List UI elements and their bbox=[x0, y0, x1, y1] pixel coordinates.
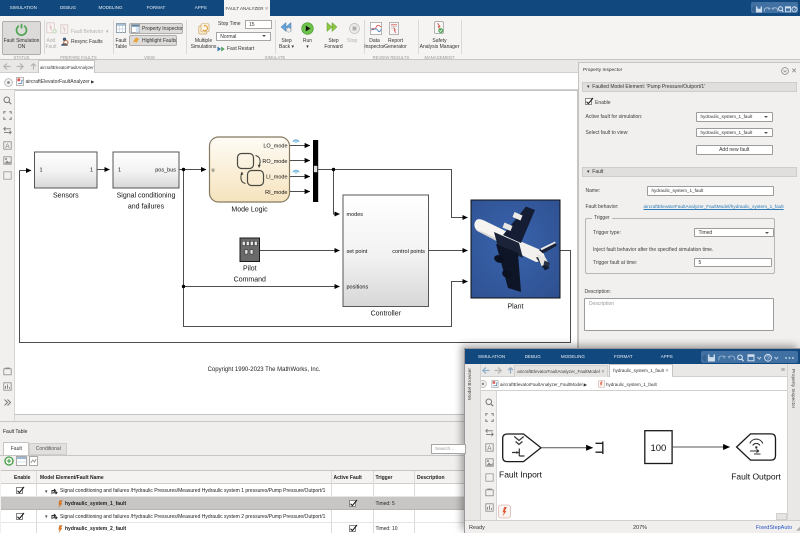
svg-text:u: u bbox=[212, 167, 215, 173]
svg-text:Mode Logic: Mode Logic bbox=[231, 207, 268, 214]
svg-text:modes: modes bbox=[347, 212, 364, 218]
svg-text:Fault Inport: Fault Inport bbox=[499, 470, 543, 480]
svg-text:Plant: Plant bbox=[508, 304, 524, 311]
svg-text:LO_mode: LO_mode bbox=[263, 144, 287, 150]
svg-text:Fault Outport: Fault Outport bbox=[731, 472, 781, 482]
svg-text:RI_mode: RI_mode bbox=[265, 190, 287, 196]
svg-text:Sensors: Sensors bbox=[53, 193, 79, 200]
svg-text:1: 1 bbox=[90, 167, 93, 173]
svg-text:control points: control points bbox=[392, 249, 425, 255]
svg-text:?: ? bbox=[793, 7, 796, 13]
svg-text:1: 1 bbox=[40, 167, 43, 173]
svg-text:Copyright 1990-2023 The MathWo: Copyright 1990-2023 The MathWorks, Inc. bbox=[208, 367, 321, 373]
svg-text:pos_bus: pos_bus bbox=[155, 167, 176, 173]
svg-text:1: 1 bbox=[118, 167, 121, 173]
svg-text:Command: Command bbox=[234, 277, 266, 284]
svg-text:100: 100 bbox=[650, 443, 666, 454]
svg-text:LI_mode: LI_mode bbox=[266, 174, 287, 180]
svg-text:A: A bbox=[5, 143, 10, 150]
svg-text:and failures: and failures bbox=[128, 204, 165, 211]
svg-text:Signal conditioning: Signal conditioning bbox=[117, 193, 176, 200]
svg-text:positions: positions bbox=[347, 284, 369, 290]
svg-text:Controller: Controller bbox=[371, 311, 402, 318]
svg-text:A: A bbox=[487, 445, 492, 452]
svg-text:?: ? bbox=[766, 355, 770, 362]
svg-text:RO_mode: RO_mode bbox=[262, 159, 287, 165]
svg-text:Pilot: Pilot bbox=[243, 266, 257, 273]
svg-text:set point: set point bbox=[347, 249, 368, 255]
